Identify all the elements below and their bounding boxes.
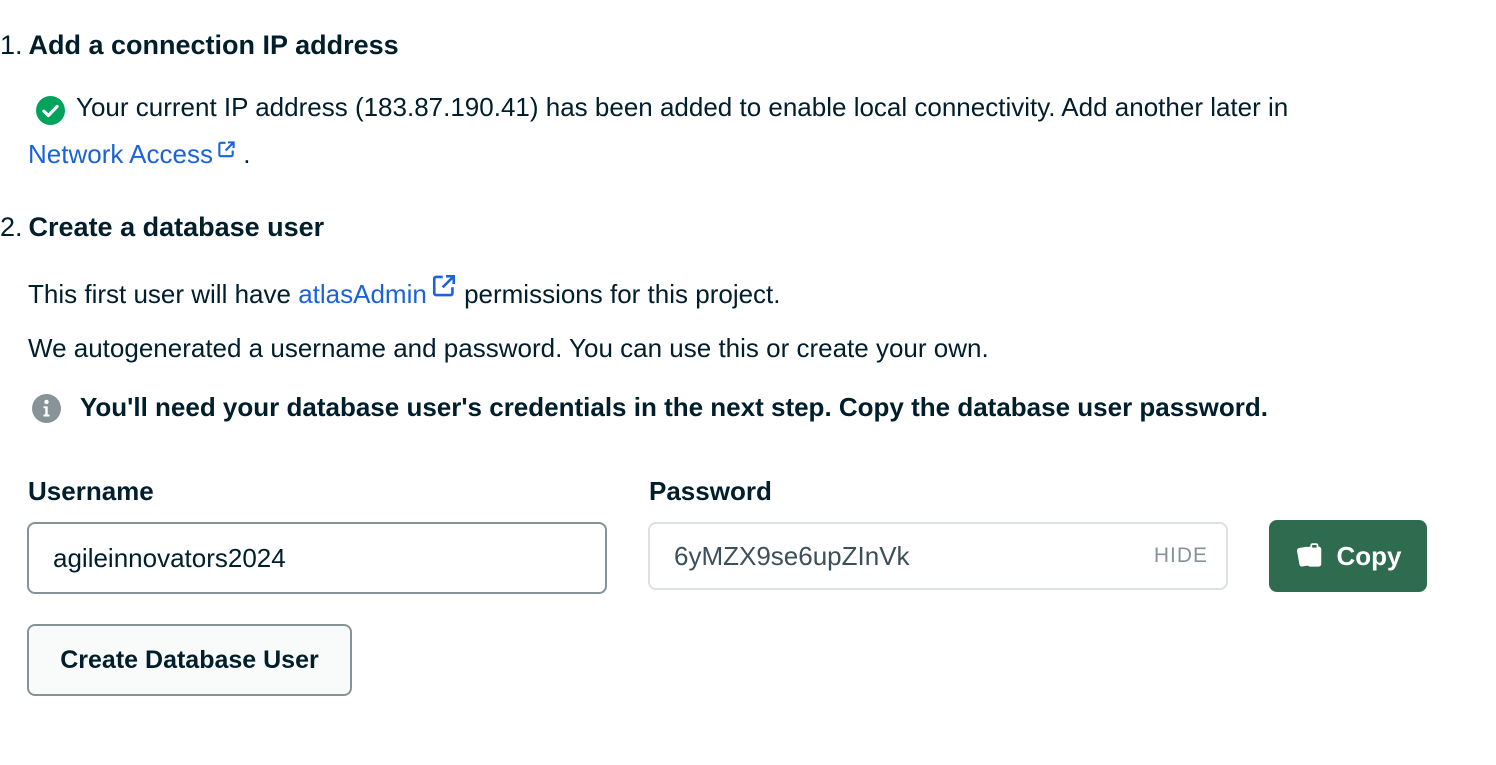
create-database-user-button[interactable]: Create Database User [27,624,352,696]
password-value: 6yMZX9se6upZInVk [674,541,910,571]
atlas-admin-link[interactable]: atlasAdmin [298,274,457,309]
info-circle-icon [32,394,61,423]
credentials-callout: You'll need your database user's credent… [80,392,1269,422]
check-circle-icon [36,96,65,125]
permissions-prefix: This first user will have [28,279,291,309]
password-label: Password [649,476,772,506]
step-1-heading: 1. Add a connection IP address [0,30,399,61]
network-access-line: Network Access . [28,139,250,170]
ip-added-text: Your current IP address (183.87.190.41) … [76,92,1289,122]
username-input[interactable] [27,522,607,594]
copy-password-button[interactable]: Copy [1269,520,1427,592]
atlas-admin-label: atlasAdmin [298,279,427,309]
step-1-number: 1. [0,30,23,60]
external-link-icon [218,141,235,158]
ip-added-message: Your current IP address (183.87.190.41) … [76,92,1288,123]
username-label: Username [28,476,154,506]
password-input[interactable]: 6yMZX9se6upZInVk HIDE [648,522,1228,590]
network-access-label: Network Access [28,139,213,169]
copy-icon [1296,543,1321,567]
step-2-heading: 2. Create a database user [0,212,324,243]
external-link-icon [432,274,455,297]
copy-button-label: Copy [1336,540,1402,571]
step-1-title: Add a connection IP address [28,30,399,60]
hide-password-toggle[interactable]: HIDE [1154,544,1208,568]
network-access-trailing: . [243,139,251,169]
autogen-note: We autogenerated a username and password… [28,333,989,363]
step-2-title: Create a database user [28,212,325,242]
permissions-line: This first user will have atlasAdmin per… [28,273,781,310]
network-access-link[interactable]: Network Access [28,139,236,169]
step-2-number: 2. [0,212,23,242]
permissions-suffix: permissions for this project. [464,279,781,309]
